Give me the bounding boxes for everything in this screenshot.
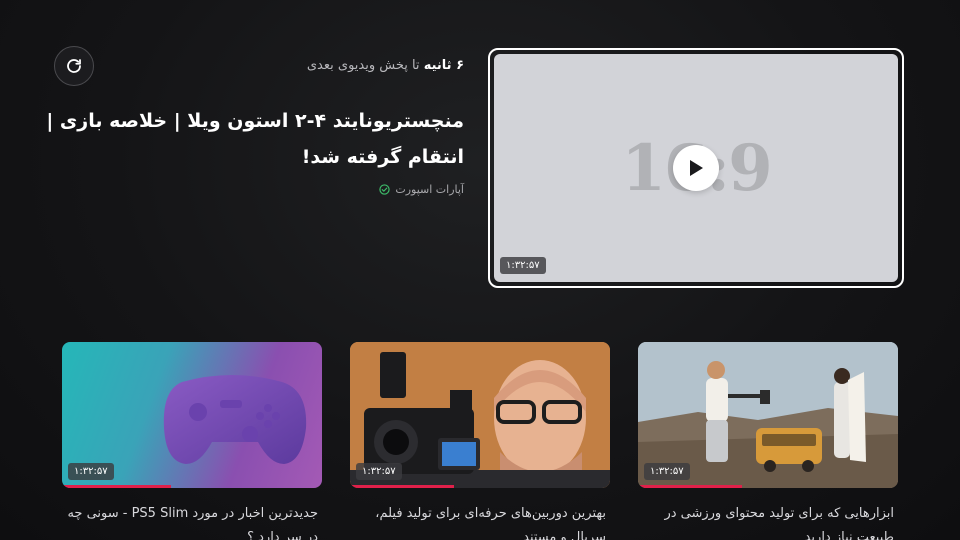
video-title: جدیدترین اخبار در مورد PS5 Slim - سونی چ…: [67, 506, 318, 540]
video-thumbnail: ۱:۳۲:۵۷: [350, 342, 610, 488]
watch-progress-bar: [350, 485, 454, 488]
video-duration: ۱:۳۲:۵۷: [356, 463, 402, 480]
channel-info[interactable]: آپارات اسپورت: [44, 183, 464, 196]
play-button[interactable]: [673, 145, 719, 191]
next-video-player[interactable]: 16:9 ۱:۳۲:۵۷: [488, 48, 904, 288]
next-video-title[interactable]: منچستریونایتد ۴-۲ استون ویلا | خلاصه باز…: [44, 103, 464, 175]
video-card[interactable]: ۱:۳۲:۵۷ ابزارهایی که برای تولید محتوای و…: [638, 342, 898, 540]
video-duration: ۱:۳۲:۵۷: [500, 257, 546, 274]
watch-progress-bar: [638, 485, 742, 488]
next-video-info: ۶ ثانیه تا پخش ویدیوی بعدی منچستریونایتد…: [44, 58, 464, 196]
video-title: ابزارهایی که برای تولید محتوای ورزشی در …: [664, 506, 894, 540]
video-thumbnail-placeholder: 16:9 ۱:۳۲:۵۷: [494, 54, 898, 282]
video-card[interactable]: ۱:۳۲:۵۷ جدیدترین اخبار در مورد PS5 Slim …: [62, 342, 322, 540]
video-title: بهترین دوربین‌های حرفه‌ای برای تولید فیل…: [375, 506, 606, 540]
video-card[interactable]: ۱:۳۲:۵۷ بهترین دوربین‌های حرفه‌ای برای ت…: [350, 342, 610, 540]
watch-progress-bar: [62, 485, 172, 488]
play-icon: [690, 160, 703, 176]
channel-name: آپارات اسپورت: [395, 183, 464, 196]
video-duration: ۱:۳۲:۵۷: [644, 463, 690, 480]
autoplay-countdown: ۶ ثانیه تا پخش ویدیوی بعدی: [44, 58, 464, 73]
verified-check-icon: [379, 184, 391, 195]
countdown-text: تا پخش ویدیوی بعدی: [306, 58, 424, 73]
countdown-seconds: ۶ ثانیه: [423, 58, 464, 73]
video-duration: ۱:۳۲:۵۷: [68, 463, 114, 480]
video-thumbnail: ۱:۳۲:۵۷: [62, 342, 322, 488]
video-thumbnail: ۱:۳۲:۵۷: [638, 342, 898, 488]
